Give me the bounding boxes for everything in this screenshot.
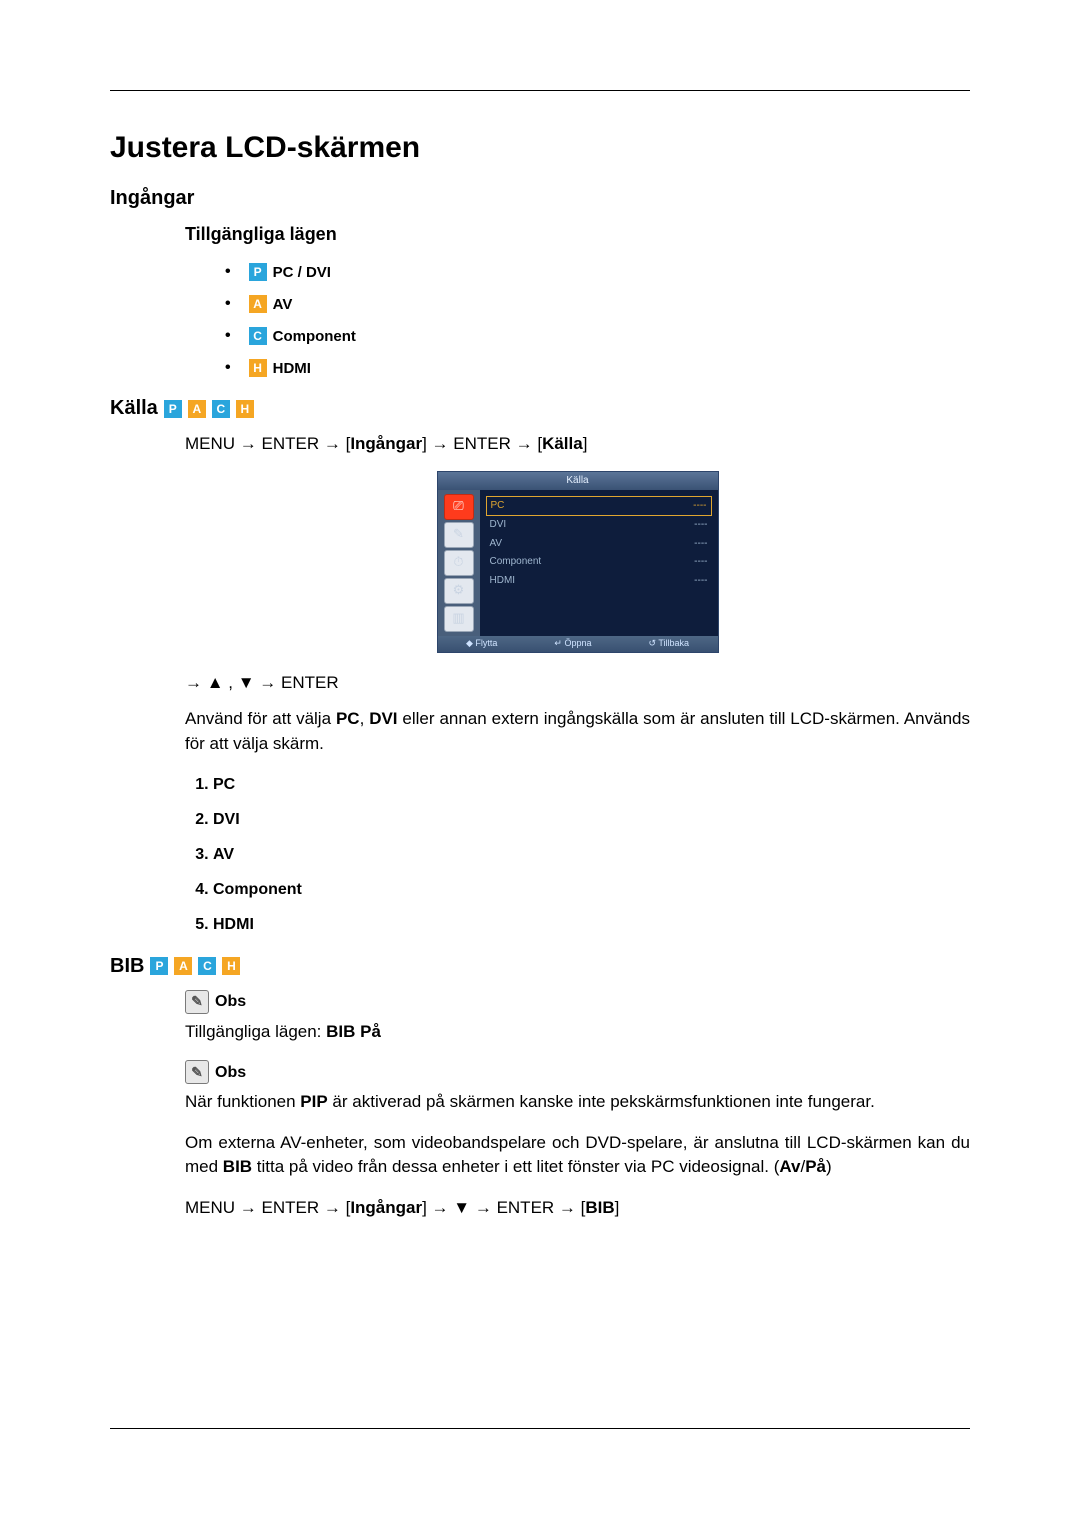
osd-footer-move: ◆ Flytta <box>466 637 497 650</box>
nav-enter: ENTER <box>262 1198 320 1217</box>
obs2-text: När funktionen PIP är aktiverad på skärm… <box>185 1090 970 1115</box>
src-item-dvi: DVI <box>213 808 970 831</box>
nav-menu: MENU <box>185 434 235 453</box>
nav-enter: ENTER <box>453 434 511 453</box>
page-title: Justera LCD-skärmen <box>110 131 970 165</box>
sub-modes-heading: Tillgängliga lägen <box>110 224 970 245</box>
obs1-text: Tillgängliga lägen: BIB På <box>185 1020 970 1045</box>
nav-enter: ENTER <box>497 1198 555 1217</box>
badge-p-icon: P <box>164 400 182 418</box>
nav-ingangar: Ingångar <box>350 1198 422 1217</box>
osd-row-value: ---- <box>694 555 707 570</box>
badge-c-icon: C <box>198 957 216 975</box>
bib-label: BIB <box>110 955 144 978</box>
nav-sequence-bib: MENU → ENTER → [Ingångar] → ▼ → ENTER → … <box>185 1196 970 1221</box>
osd-side-input-icon: ⎚ <box>444 494 474 520</box>
osd-row-component: Component ---- <box>486 553 712 572</box>
badge-h-icon: H <box>249 359 267 377</box>
note-obs-2: ✎ Obs <box>185 1060 970 1084</box>
badge-a-icon: A <box>249 295 267 313</box>
nav-bib: BIB <box>585 1198 614 1217</box>
badge-a-icon: A <box>174 957 192 975</box>
modes-list: P PC / DVI A AV C Component H HDMI <box>110 263 970 377</box>
badge-c-icon: C <box>249 327 267 345</box>
osd-screenshot: Källa ⎚ ✎ ⏱ ⚙ ▥ PC ---- DVI ---- AV ---- Co… <box>437 471 719 653</box>
note-label: Obs <box>215 990 246 1013</box>
kalla-label: Källa <box>110 397 158 420</box>
osd-row-value: ---- <box>693 499 706 514</box>
kalla-description: Använd för att välja PC, DVI eller annan… <box>185 707 970 756</box>
osd-row-label: PC <box>491 499 505 514</box>
osd-side-picture-icon: ✎ <box>444 522 474 548</box>
mode-pc-dvi: P PC / DVI <box>225 263 970 281</box>
source-ordered-list: PC DVI AV Component HDMI <box>185 773 970 937</box>
osd-row-value: ---- <box>694 574 707 589</box>
osd-row-dvi: DVI ---- <box>486 516 712 535</box>
osd-body: ⎚ ✎ ⏱ ⚙ ▥ PC ---- DVI ---- AV ---- Componen… <box>438 490 718 636</box>
osd-row-label: Component <box>490 555 542 570</box>
src-item-pc: PC <box>213 773 970 796</box>
osd-title: Källa <box>438 472 718 490</box>
badge-p-icon: P <box>150 957 168 975</box>
mode-label: Component <box>273 328 356 345</box>
bib-heading: BIB PACH <box>110 955 970 978</box>
mode-label: AV <box>273 296 293 313</box>
nav-menu: MENU <box>185 1198 235 1217</box>
osd-source-list: PC ---- DVI ---- AV ---- Component ---- HDMI… <box>480 490 718 636</box>
osd-footer-back: ↺ Tillbaka <box>648 637 689 650</box>
src-item-av: AV <box>213 843 970 866</box>
osd-sidebar: ⎚ ✎ ⏱ ⚙ ▥ <box>438 490 480 636</box>
arrow-nav-line: → ▲ , ▼ → ENTER <box>185 671 970 696</box>
osd-side-clock-icon: ⏱ <box>444 550 474 576</box>
osd-row-hdmi: HDMI ---- <box>486 572 712 591</box>
kalla-content: MENU → ENTER → [Ingångar] → ENTER → [Käl… <box>110 432 970 937</box>
osd-row-label: AV <box>490 537 503 552</box>
badge-row: PACH <box>150 955 246 978</box>
mode-label: HDMI <box>273 360 311 377</box>
badge-h-icon: H <box>236 400 254 418</box>
bib-content: ✎ Obs Tillgängliga lägen: BIB På ✎ Obs N… <box>110 990 970 1221</box>
osd-side-info-icon: ▥ <box>444 606 474 632</box>
note-obs-1: ✎ Obs <box>185 990 970 1014</box>
note-label: Obs <box>215 1061 246 1084</box>
osd-row-value: ---- <box>694 518 707 533</box>
mode-av: A AV <box>225 295 970 313</box>
osd-footer: ◆ Flytta ↵ Öppna ↺ Tillbaka <box>438 636 718 652</box>
mode-label: PC / DVI <box>273 264 331 281</box>
nav-sequence-kalla: MENU → ENTER → [Ingångar] → ENTER → [Käl… <box>185 432 970 457</box>
section-inputs-heading: Ingångar <box>110 187 970 210</box>
note-icon: ✎ <box>185 990 209 1014</box>
badge-a-icon: A <box>188 400 206 418</box>
osd-row-label: HDMI <box>490 574 516 589</box>
document-page: Justera LCD-skärmen Ingångar Tillgänglig… <box>0 0 1080 1527</box>
nav-enter: ENTER <box>262 434 320 453</box>
nav-ingangar: Ingångar <box>350 434 422 453</box>
osd-side-gear-icon: ⚙ <box>444 578 474 604</box>
badge-row: PACH <box>164 397 260 420</box>
kalla-heading: Källa PACH <box>110 397 970 420</box>
nav-kalla: Källa <box>542 434 583 453</box>
osd-footer-open: ↵ Öppna <box>554 637 591 650</box>
badge-c-icon: C <box>212 400 230 418</box>
osd-row-value: ---- <box>694 537 707 552</box>
obs3-text: Om externa AV-enheter, som videobandspel… <box>185 1131 970 1180</box>
badge-p-icon: P <box>249 263 267 281</box>
osd-row-av: AV ---- <box>486 535 712 554</box>
badge-h-icon: H <box>222 957 240 975</box>
osd-row-pc: PC ---- <box>486 496 712 517</box>
mode-hdmi: H HDMI <box>225 359 970 377</box>
note-icon: ✎ <box>185 1060 209 1084</box>
rule-bottom <box>110 1428 970 1429</box>
src-item-component: Component <box>213 878 970 901</box>
osd-row-label: DVI <box>490 518 507 533</box>
src-item-hdmi: HDMI <box>213 913 970 936</box>
rule-top <box>110 90 970 91</box>
mode-component: C Component <box>225 327 970 345</box>
